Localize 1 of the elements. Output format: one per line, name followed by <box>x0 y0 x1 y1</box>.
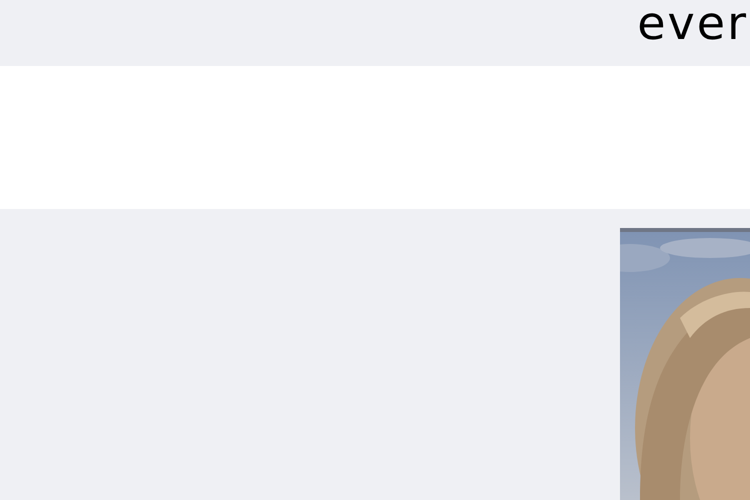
page-heading: ever <box>637 0 748 46</box>
